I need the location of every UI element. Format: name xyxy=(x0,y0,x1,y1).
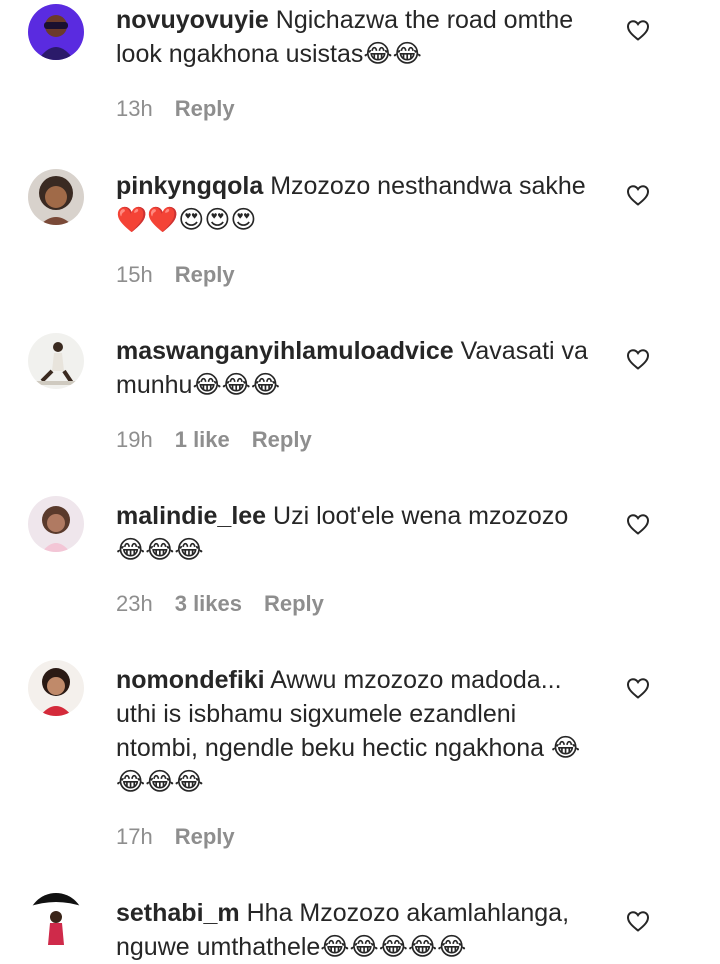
comment-text: novuyovuyie Ngichazwa the road omthe loo… xyxy=(116,3,604,71)
heart-outline-icon[interactable] xyxy=(626,19,650,41)
comment-text: nomondefiki Awwu mzozozo madoda... uthi … xyxy=(116,663,604,799)
reply-button[interactable]: Reply xyxy=(252,427,312,453)
heart-outline-icon[interactable] xyxy=(626,348,650,370)
comment-meta: 17h Reply xyxy=(116,824,235,850)
comment-meta: 23h 3 likes Reply xyxy=(116,591,324,617)
heart-outline-icon[interactable] xyxy=(626,677,650,699)
likes-count[interactable]: 3 likes xyxy=(175,591,242,617)
comment-text: maswanganyihlamuloadvice Vavasati va mun… xyxy=(116,334,604,402)
comment-time: 23h xyxy=(116,591,153,616)
avatar[interactable] xyxy=(28,660,84,716)
comment-meta: 19h 1 like Reply xyxy=(116,427,312,453)
comment-username[interactable]: nomondefiki xyxy=(116,666,265,694)
comment-username[interactable]: pinkyngqola xyxy=(116,172,263,200)
reply-button[interactable]: Reply xyxy=(264,591,324,617)
comment-time: 15h xyxy=(116,262,153,287)
avatar[interactable] xyxy=(28,333,84,389)
comment-time: 13h xyxy=(116,96,153,121)
reply-button[interactable]: Reply xyxy=(175,96,235,122)
comment-meta: 13h Reply xyxy=(116,96,235,122)
avatar[interactable] xyxy=(28,169,84,225)
heart-outline-icon[interactable] xyxy=(626,513,650,535)
comment-username[interactable]: novuyovuyie xyxy=(116,6,269,34)
comment-username[interactable]: sethabi_m xyxy=(116,899,240,927)
heart-outline-icon[interactable] xyxy=(626,184,650,206)
avatar[interactable] xyxy=(28,893,84,949)
comment-time: 19h xyxy=(116,427,153,452)
reply-button[interactable]: Reply xyxy=(175,824,235,850)
avatar[interactable] xyxy=(28,4,84,60)
comment-text: pinkyngqola Mzozozo nesthandwa sakhe ❤️❤… xyxy=(116,169,604,237)
avatar[interactable] xyxy=(28,496,84,552)
heart-outline-icon[interactable] xyxy=(626,910,650,932)
likes-count[interactable]: 1 like xyxy=(175,427,230,453)
comment-text: sethabi_m Hha Mzozozo akamlahlanga, nguw… xyxy=(116,896,604,964)
reply-button[interactable]: Reply xyxy=(175,262,235,288)
comment-username[interactable]: maswanganyihlamuloadvice xyxy=(116,337,454,365)
comment-meta: 15h Reply xyxy=(116,262,235,288)
comment-text: malindie_lee Uzi loot'ele wena mzozozo 😂… xyxy=(116,499,604,567)
comment-time: 17h xyxy=(116,824,153,849)
comment-username[interactable]: malindie_lee xyxy=(116,502,266,530)
